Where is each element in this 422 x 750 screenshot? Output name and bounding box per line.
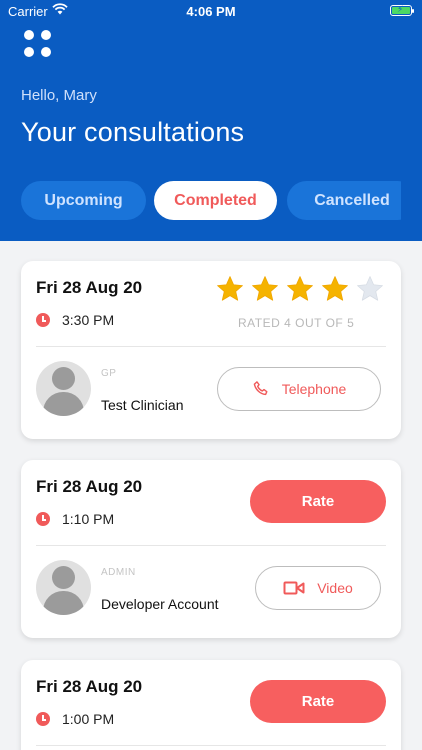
consultation-time-row: 1:00 PM xyxy=(36,711,114,727)
video-icon xyxy=(283,581,305,595)
star-filled-icon xyxy=(252,276,278,301)
consultation-card[interactable]: Fri 28 Aug 20 1:00 PM Rate xyxy=(21,660,401,750)
consultation-date: Fri 28 Aug 20 xyxy=(36,677,143,696)
divider xyxy=(36,745,386,746)
clock-icon xyxy=(36,712,50,726)
clock-icon xyxy=(36,313,50,327)
consultation-time: 3:30 PM xyxy=(62,312,115,328)
clock-icon xyxy=(36,512,50,526)
consultation-time: 1:10 PM xyxy=(62,511,115,527)
phone-icon xyxy=(253,381,268,396)
consultation-card[interactable]: Fri 28 Aug 20 3:30 PM RATED 4 OUT OF 5 G… xyxy=(21,261,401,439)
consultation-tabs: Upcoming Completed Cancelled xyxy=(21,181,401,221)
consultation-time-row: 1:10 PM xyxy=(36,511,114,527)
consultation-date: Fri 28 Aug 20 xyxy=(36,278,143,297)
tab-completed[interactable]: Completed xyxy=(154,181,277,220)
header: Carrier 4:06 PM Hello, Mary Your consult… xyxy=(0,0,422,241)
clinician-name: Developer Account xyxy=(101,596,219,612)
consultation-time: 1:00 PM xyxy=(62,711,115,727)
page-title: Your consultations xyxy=(21,117,245,147)
star-empty-icon xyxy=(357,276,383,301)
tab-cancelled[interactable]: Cancelled xyxy=(287,181,401,220)
consultation-card[interactable]: Fri 28 Aug 20 1:10 PM Rate ADMIN Develop… xyxy=(21,460,401,638)
video-button[interactable]: Video xyxy=(255,566,381,610)
star-filled-icon xyxy=(217,276,243,301)
status-bar: Carrier 4:06 PM xyxy=(0,0,422,22)
star-filled-icon xyxy=(322,276,348,301)
avatar xyxy=(36,560,91,615)
clinician-role: GP xyxy=(101,368,117,379)
telephone-button[interactable]: Telephone xyxy=(217,367,381,411)
video-label: Video xyxy=(317,580,353,596)
rating-stars xyxy=(215,274,390,304)
rating-text: RATED 4 OUT OF 5 xyxy=(238,316,355,330)
clinician-name: Test Clinician xyxy=(101,397,184,413)
tab-upcoming[interactable]: Upcoming xyxy=(21,181,146,220)
consultation-date: Fri 28 Aug 20 xyxy=(36,477,143,496)
avatar xyxy=(36,361,91,416)
divider xyxy=(36,545,386,546)
battery-icon xyxy=(390,4,414,16)
menu-grid-icon[interactable] xyxy=(24,30,52,58)
greeting: Hello, Mary xyxy=(21,87,97,104)
rate-button[interactable]: Rate xyxy=(250,680,386,723)
clinician-role: ADMIN xyxy=(101,567,136,578)
clock-time: 4:06 PM xyxy=(186,4,236,19)
star-filled-icon xyxy=(287,276,313,301)
consultation-time-row: 3:30 PM xyxy=(36,312,114,328)
divider xyxy=(36,346,386,347)
rate-button[interactable]: Rate xyxy=(250,480,386,523)
telephone-label: Telephone xyxy=(281,381,347,397)
